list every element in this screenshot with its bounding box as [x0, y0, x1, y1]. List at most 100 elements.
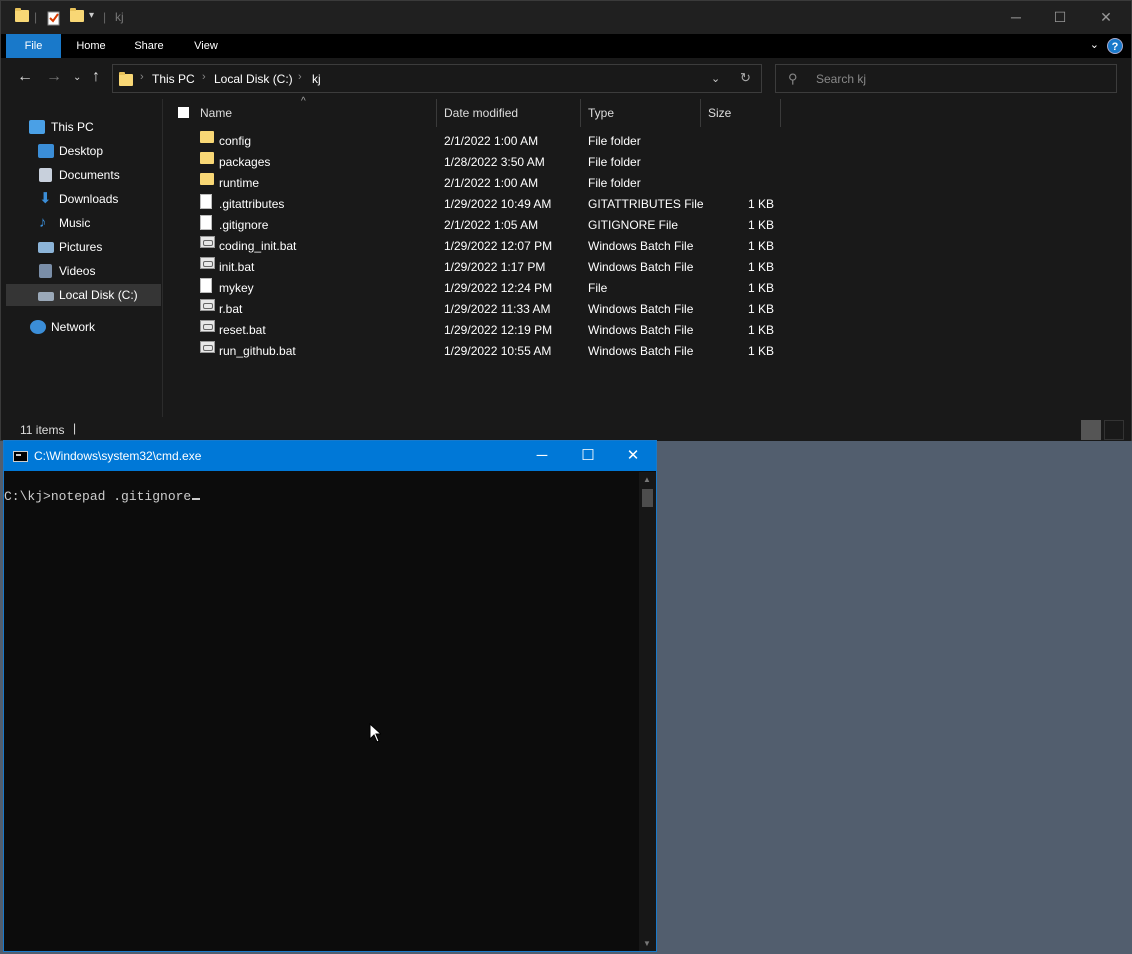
sidebar-item-documents[interactable]: Documents — [6, 164, 161, 186]
sidebar-item-downloads[interactable]: ⬇ Downloads — [6, 188, 161, 210]
large-icons-view-icon[interactable] — [1104, 420, 1124, 440]
item-count: 11 items — [20, 423, 65, 437]
file-date: 2/1/2022 1:05 AM — [444, 218, 539, 232]
file-name: run_github.bat — [219, 344, 296, 358]
expand-ribbon-icon[interactable]: ⌄ — [1090, 38, 1099, 51]
sidebar-item-pictures[interactable]: Pictures — [6, 236, 161, 258]
file-row-config[interactable]: config 2/1/2022 1:00 AM File folder — [164, 131, 784, 152]
breadcrumb-separator-icon[interactable]: › — [202, 71, 206, 83]
pictures-icon — [38, 242, 54, 253]
file-row-r-bat[interactable]: r.bat 1/29/2022 11:33 AM Windows Batch F… — [164, 299, 784, 320]
column-header-name[interactable]: Name — [193, 99, 437, 127]
details-view-icon[interactable] — [1081, 420, 1101, 440]
file-date: 1/29/2022 12:19 PM — [444, 323, 553, 337]
sidebar-item-label: Documents — [59, 168, 120, 182]
scroll-up-icon[interactable]: ▲ — [643, 475, 651, 484]
file-name: mykey — [219, 281, 254, 295]
breadcrumb-separator-icon[interactable]: › — [140, 71, 144, 83]
downloads-icon: ⬇ — [39, 190, 52, 207]
file-list: ^ Name Date modified Type Size config 2/… — [164, 96, 1131, 417]
sidebar-item-music[interactable]: ♪ Music — [6, 212, 161, 234]
address-bar[interactable]: › This PC › Local Disk (C:) › kj ⌄ ↻ — [112, 64, 762, 93]
folder-icon — [119, 72, 133, 86]
customize-quick-access-icon[interactable]: ▾ — [89, 10, 94, 26]
file-row-runtime[interactable]: runtime 2/1/2022 1:00 AM File folder — [164, 173, 784, 194]
search-icon: ⚲ — [788, 71, 798, 86]
sidebar-item-this-pc[interactable]: This PC — [6, 116, 161, 138]
batch-file-icon — [200, 341, 215, 353]
select-all-checkbox[interactable] — [178, 107, 189, 118]
new-folder-icon[interactable] — [70, 8, 84, 26]
sidebar-item-desktop[interactable]: Desktop — [6, 140, 161, 162]
file-explorer-window: | ▾ | kj ─ ☐ ✕ File Home Share View ⌄ ? … — [0, 0, 1132, 441]
back-arrow-icon[interactable]: ← — [17, 68, 33, 86]
scrollbar-thumb[interactable] — [642, 489, 653, 507]
minimize-button[interactable]: ─ — [993, 1, 1039, 34]
tab-file[interactable]: File — [6, 34, 61, 58]
address-dropdown-icon[interactable]: ⌄ — [711, 72, 720, 85]
window-title: kj — [115, 10, 124, 24]
file-row-gitattributes[interactable]: .gitattributes 1/29/2022 10:49 AM GITATT… — [164, 194, 784, 215]
scroll-down-icon[interactable]: ▼ — [643, 939, 651, 948]
file-type: Windows Batch File — [588, 239, 694, 253]
network-icon — [30, 320, 46, 334]
cmd-scrollbar[interactable]: ▲ ▼ — [639, 472, 656, 951]
file-row-init-bat[interactable]: init.bat 1/29/2022 1:17 PM Windows Batch… — [164, 257, 784, 278]
file-row-coding-init-bat[interactable]: coding_init.bat 1/29/2022 12:07 PM Windo… — [164, 236, 784, 257]
tab-home[interactable]: Home — [68, 34, 114, 58]
sidebar-item-label: Pictures — [59, 240, 103, 254]
sidebar-item-local-disk[interactable]: Local Disk (C:) — [6, 284, 161, 306]
file-row-run-github-bat[interactable]: run_github.bat 1/29/2022 10:55 AM Window… — [164, 341, 784, 362]
file-date: 1/29/2022 12:07 PM — [444, 239, 553, 253]
refresh-icon[interactable]: ↻ — [740, 70, 751, 86]
cmd-titlebar: C:\Windows\system32\cmd.exe ─ ☐ ✕ — [4, 441, 656, 471]
properties-icon[interactable] — [47, 10, 61, 26]
close-button[interactable]: ✕ — [1083, 1, 1129, 34]
console-output[interactable]: C:\kj>notepad .gitignore — [4, 489, 201, 504]
breadcrumb-separator-icon[interactable]: › — [298, 71, 302, 83]
sidebar-item-videos[interactable]: Videos — [6, 260, 161, 282]
file-name: coding_init.bat — [219, 239, 297, 253]
search-box[interactable]: ⚲ — [775, 64, 1117, 93]
column-header-size[interactable]: Size — [701, 99, 781, 127]
file-date: 1/28/2022 3:50 AM — [444, 155, 545, 169]
maximize-button[interactable]: ☐ — [1037, 1, 1083, 34]
sidebar-item-label: Desktop — [59, 144, 104, 158]
file-type: Windows Batch File — [588, 260, 694, 274]
cmd-close-button[interactable]: ✕ — [610, 441, 656, 471]
text-cursor — [192, 498, 201, 500]
documents-icon — [39, 168, 52, 182]
forward-arrow-icon[interactable]: → — [46, 68, 62, 86]
sidebar-item-label: Music — [59, 216, 91, 230]
batch-file-icon — [200, 320, 215, 332]
file-name: .gitattributes — [219, 197, 285, 211]
sidebar-item-label: Downloads — [59, 192, 119, 206]
file-size: 1 KB — [747, 323, 774, 337]
folder-icon — [200, 173, 214, 185]
tab-view[interactable]: View — [183, 34, 229, 58]
file-row-packages[interactable]: packages 1/28/2022 3:50 AM File folder — [164, 152, 784, 173]
tab-share[interactable]: Share — [126, 34, 172, 58]
column-header-date-modified[interactable]: Date modified — [437, 99, 581, 127]
console-prompt: C:\kj> — [4, 489, 51, 504]
cmd-icon — [13, 451, 28, 462]
help-icon[interactable]: ? — [1107, 38, 1123, 54]
sidebar-item-network[interactable]: Network — [6, 316, 161, 338]
folder-icon — [200, 131, 214, 143]
file-row-mykey[interactable]: mykey 1/29/2022 12:24 PM File 1 KB — [164, 278, 784, 299]
breadcrumb-local-disk[interactable]: Local Disk (C:) — [214, 72, 293, 86]
column-header-type[interactable]: Type — [581, 99, 701, 127]
search-input[interactable] — [816, 69, 1106, 89]
up-arrow-icon[interactable]: ↑ — [92, 68, 100, 86]
file-date: 1/29/2022 1:17 PM — [444, 260, 546, 274]
explorer-titlebar: | ▾ | kj ─ ☐ ✕ — [1, 1, 1131, 34]
folder-icon — [200, 152, 214, 164]
breadcrumb-this-pc[interactable]: This PC — [152, 72, 195, 86]
cmd-maximize-button[interactable]: ☐ — [565, 441, 611, 471]
file-row-gitignore[interactable]: .gitignore 2/1/2022 1:05 AM GITIGNORE Fi… — [164, 215, 784, 236]
console-command: notepad .gitignore — [50, 489, 192, 504]
cmd-minimize-button[interactable]: ─ — [519, 441, 565, 471]
file-row-reset-bat[interactable]: reset.bat 1/29/2022 12:19 PM Windows Bat… — [164, 320, 784, 341]
recent-locations-icon[interactable]: ⌄ — [73, 72, 81, 83]
breadcrumb-kj[interactable]: kj — [312, 72, 321, 86]
